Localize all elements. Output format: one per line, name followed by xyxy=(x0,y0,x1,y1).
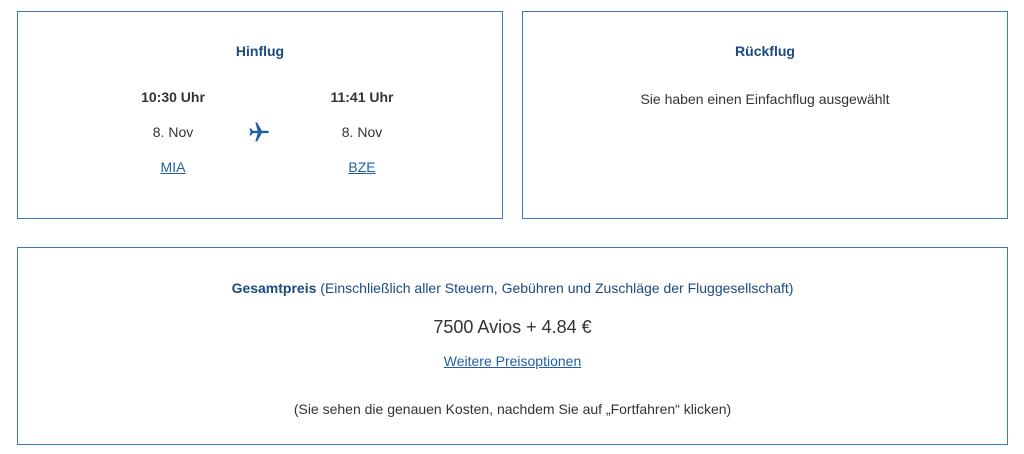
price-info-note: (Sie sehen die genauen Kosten, nachdem S… xyxy=(293,401,732,417)
return-title: Rückflug xyxy=(735,43,795,59)
departure-date: 8. Nov xyxy=(152,124,194,140)
arrival-column: 11:41 Uhr 8. Nov BZE xyxy=(302,89,422,177)
airplane-icon xyxy=(249,122,269,142)
departure-time: 10:30 Uhr xyxy=(141,89,205,105)
arrival-time: 11:41 Uhr xyxy=(330,89,394,105)
total-price-label: Gesamtpreis xyxy=(231,280,317,296)
departure-airport-link[interactable]: MIA xyxy=(161,159,186,175)
departure-column: 10:30 Uhr 8. Nov MIA xyxy=(113,89,233,177)
return-flight-card: Rückflug Sie haben einen Einfachflug aus… xyxy=(522,11,1008,219)
total-price-heading: Gesamtpreis (Einschließlich aller Steuer… xyxy=(18,280,1007,296)
outbound-flight-card: Hinflug 10:30 Uhr 8. Nov MIA 11:41 Uhr 8… xyxy=(17,11,503,219)
total-price-amount: 7500 Avios + 4.84 € xyxy=(433,317,592,337)
more-price-options-link[interactable]: Weitere Preisoptionen xyxy=(444,353,581,369)
arrival-date: 8. Nov xyxy=(341,124,383,140)
total-price-label-note: (Einschließlich aller Steuern, Gebühren … xyxy=(320,280,794,296)
flight-summary-page: Hinflug 10:30 Uhr 8. Nov MIA 11:41 Uhr 8… xyxy=(0,0,1024,454)
total-price-card: Gesamtpreis (Einschließlich aller Steuer… xyxy=(17,247,1008,445)
outbound-title: Hinflug xyxy=(235,43,285,59)
arrival-airport-link[interactable]: BZE xyxy=(348,159,375,175)
more-price-options-wrap: Weitere Preisoptionen xyxy=(18,353,1007,371)
one-way-message: Sie haben einen Einfachflug ausgewählt xyxy=(640,91,890,107)
